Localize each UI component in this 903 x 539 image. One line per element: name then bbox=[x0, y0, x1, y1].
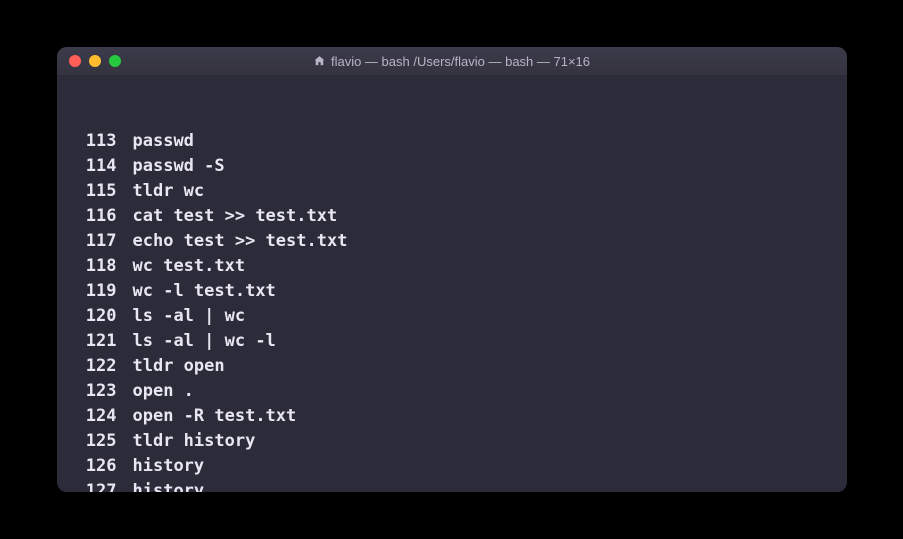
history-command: tldr wc bbox=[133, 179, 205, 204]
history-command: history bbox=[133, 454, 205, 479]
history-number: 122 bbox=[65, 354, 133, 379]
history-line: 123open . bbox=[65, 379, 839, 404]
history-number: 117 bbox=[65, 229, 133, 254]
history-line: 118wc test.txt bbox=[65, 254, 839, 279]
history-number: 127 bbox=[65, 479, 133, 492]
history-line: 113passwd bbox=[65, 129, 839, 154]
history-command: wc -l test.txt bbox=[133, 279, 276, 304]
history-command: passwd -S bbox=[133, 154, 225, 179]
maximize-button[interactable] bbox=[109, 55, 121, 67]
history-number: 124 bbox=[65, 404, 133, 429]
close-button[interactable] bbox=[69, 55, 81, 67]
terminal-window: flavio — bash /Users/flavio — bash — 71×… bbox=[57, 47, 847, 492]
history-command: open -R test.txt bbox=[133, 404, 297, 429]
history-command: tldr open bbox=[133, 354, 225, 379]
history-command: passwd bbox=[133, 129, 194, 154]
history-command: tldr history bbox=[133, 429, 256, 454]
history-number: 114 bbox=[65, 154, 133, 179]
history-output: 113passwd114passwd -S115tldr wc116cat te… bbox=[65, 129, 839, 492]
history-command: history bbox=[133, 479, 205, 492]
traffic-lights bbox=[69, 55, 121, 67]
history-command: cat test >> test.txt bbox=[133, 204, 338, 229]
minimize-button[interactable] bbox=[89, 55, 101, 67]
history-line: 127history bbox=[65, 479, 839, 492]
history-line: 126history bbox=[65, 454, 839, 479]
history-command: open . bbox=[133, 379, 194, 404]
history-line: 116cat test >> test.txt bbox=[65, 204, 839, 229]
history-number: 121 bbox=[65, 329, 133, 354]
history-number: 126 bbox=[65, 454, 133, 479]
history-line: 124open -R test.txt bbox=[65, 404, 839, 429]
history-line: 121ls -al | wc -l bbox=[65, 329, 839, 354]
history-line: 114passwd -S bbox=[65, 154, 839, 179]
history-command: echo test >> test.txt bbox=[133, 229, 348, 254]
history-line: 115tldr wc bbox=[65, 179, 839, 204]
titlebar: flavio — bash /Users/flavio — bash — 71×… bbox=[57, 47, 847, 75]
history-command: ls -al | wc bbox=[133, 304, 246, 329]
history-number: 120 bbox=[65, 304, 133, 329]
home-icon bbox=[313, 55, 325, 67]
history-number: 113 bbox=[65, 129, 133, 154]
history-line: 117echo test >> test.txt bbox=[65, 229, 839, 254]
history-number: 125 bbox=[65, 429, 133, 454]
title-content: flavio — bash /Users/flavio — bash — 71×… bbox=[313, 54, 590, 69]
history-number: 123 bbox=[65, 379, 133, 404]
history-command: wc test.txt bbox=[133, 254, 246, 279]
history-command: ls -al | wc -l bbox=[133, 329, 276, 354]
window-title: flavio — bash /Users/flavio — bash — 71×… bbox=[331, 54, 590, 69]
history-number: 119 bbox=[65, 279, 133, 304]
history-line: 125tldr history bbox=[65, 429, 839, 454]
terminal-body[interactable]: 113passwd114passwd -S115tldr wc116cat te… bbox=[57, 75, 847, 492]
history-line: 119wc -l test.txt bbox=[65, 279, 839, 304]
history-line: 120ls -al | wc bbox=[65, 304, 839, 329]
history-number: 118 bbox=[65, 254, 133, 279]
history-number: 116 bbox=[65, 204, 133, 229]
history-line: 122tldr open bbox=[65, 354, 839, 379]
history-number: 115 bbox=[65, 179, 133, 204]
